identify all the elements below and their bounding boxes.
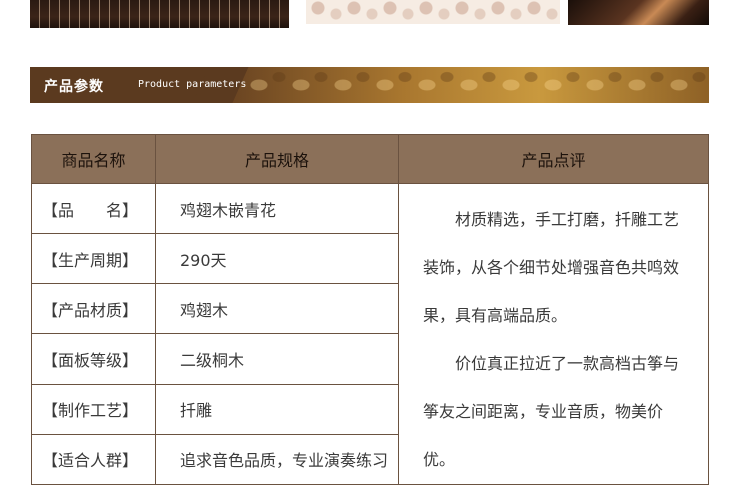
decorative-pattern-photo: [306, 0, 560, 24]
row-label: 【制作工艺】: [31, 383, 156, 435]
product-photo-strip: [0, 0, 735, 30]
section-banner: 产品参数 Product parameters: [30, 67, 709, 103]
row-value: 二级桐木: [155, 333, 399, 385]
row-value: 鸡翅木: [155, 283, 399, 335]
row-value: 290天: [155, 233, 399, 285]
row-value: 追求音色品质，专业演奏练习: [155, 433, 399, 485]
row-value: 鸡翅木嵌青花: [155, 182, 399, 235]
header-product-name: 商品名称: [31, 134, 156, 184]
review-paragraph: 价位真正拉近了一款高档古筝与筝友之间距离，专业音质，物美价优。: [423, 354, 680, 469]
product-parameter-table: 商品名称 产品规格 产品点评 【品 名】 鸡翅木嵌青花 材质精选，手工打磨，扦雕…: [31, 134, 709, 485]
row-label: 【面板等级】: [31, 333, 156, 385]
row-label: 【生产周期】: [31, 233, 156, 285]
table-row: 【品 名】 鸡翅木嵌青花 材质精选，手工打磨，扦雕工艺装饰，从各个细节处增强音色…: [31, 182, 709, 485]
header-product-review: 产品点评: [398, 134, 709, 184]
review-cell: 材质精选，手工打磨，扦雕工艺装饰，从各个细节处增强音色共鸣效果，具有高端品质。 …: [398, 183, 709, 485]
row-label: 【适合人群】: [31, 433, 156, 485]
row-label: 【品 名】: [31, 182, 156, 235]
review-paragraph: 材质精选，手工打磨，扦雕工艺装饰，从各个细节处增强音色共鸣效果，具有高端品质。: [423, 210, 680, 325]
table-header-row: 商品名称 产品规格 产品点评: [31, 134, 709, 184]
row-label: 【产品材质】: [31, 283, 156, 335]
section-title: 产品参数: [44, 79, 104, 95]
row-value: 扦雕: [155, 383, 399, 435]
section-subtitle: Product parameters: [138, 79, 247, 90]
guzheng-strings-photo: [30, 0, 289, 28]
header-product-spec: 产品规格: [155, 134, 399, 184]
ornament-pattern: [245, 67, 709, 103]
guzheng-wood-photo: [568, 0, 709, 25]
